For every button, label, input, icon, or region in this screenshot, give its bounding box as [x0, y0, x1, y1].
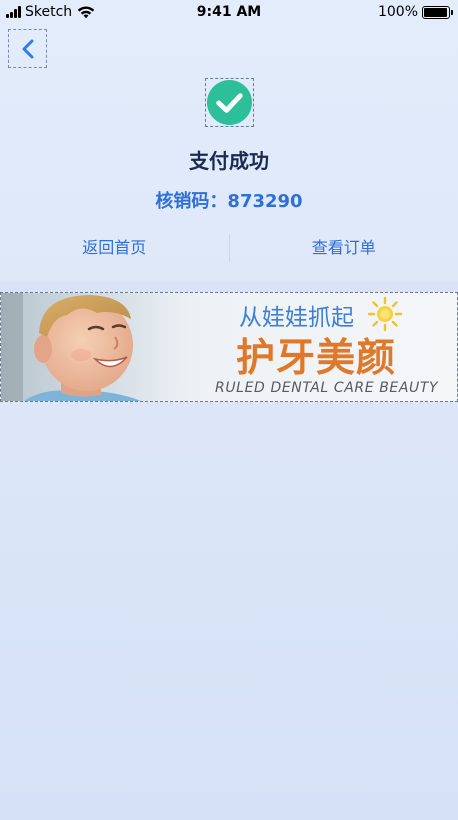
- battery-percent: 100%: [377, 4, 418, 20]
- child-photo: [1, 293, 211, 401]
- battery-fill: [424, 7, 447, 17]
- back-button[interactable]: [8, 29, 47, 68]
- verification-code: 核销码：873290: [155, 191, 303, 212]
- banner-headline-big: 护牙美颜: [236, 336, 397, 381]
- battery-icon: [422, 5, 453, 19]
- chevron-left-icon: [22, 39, 33, 58]
- section-separator: [0, 281, 458, 292]
- payment-success-title: 支付成功: [189, 149, 269, 173]
- banner-subtitle: RULED DENTAL CARE BEAUTY: [215, 380, 439, 396]
- status-right: 100%: [377, 4, 453, 20]
- status-bar: Sketch 9:41 AM 100%: [0, 0, 458, 26]
- success-icon-frame: [205, 78, 254, 127]
- promo-banner[interactable]: 从娃娃抓起 护牙美颜 RULED DENTAL CARE BEAUTY: [0, 292, 458, 402]
- view-order-button[interactable]: 查看订单: [230, 232, 458, 264]
- check-circle-icon: [206, 79, 253, 126]
- back-home-button[interactable]: 返回首页: [0, 232, 229, 264]
- action-bar: 返回首页 查看订单: [0, 232, 458, 264]
